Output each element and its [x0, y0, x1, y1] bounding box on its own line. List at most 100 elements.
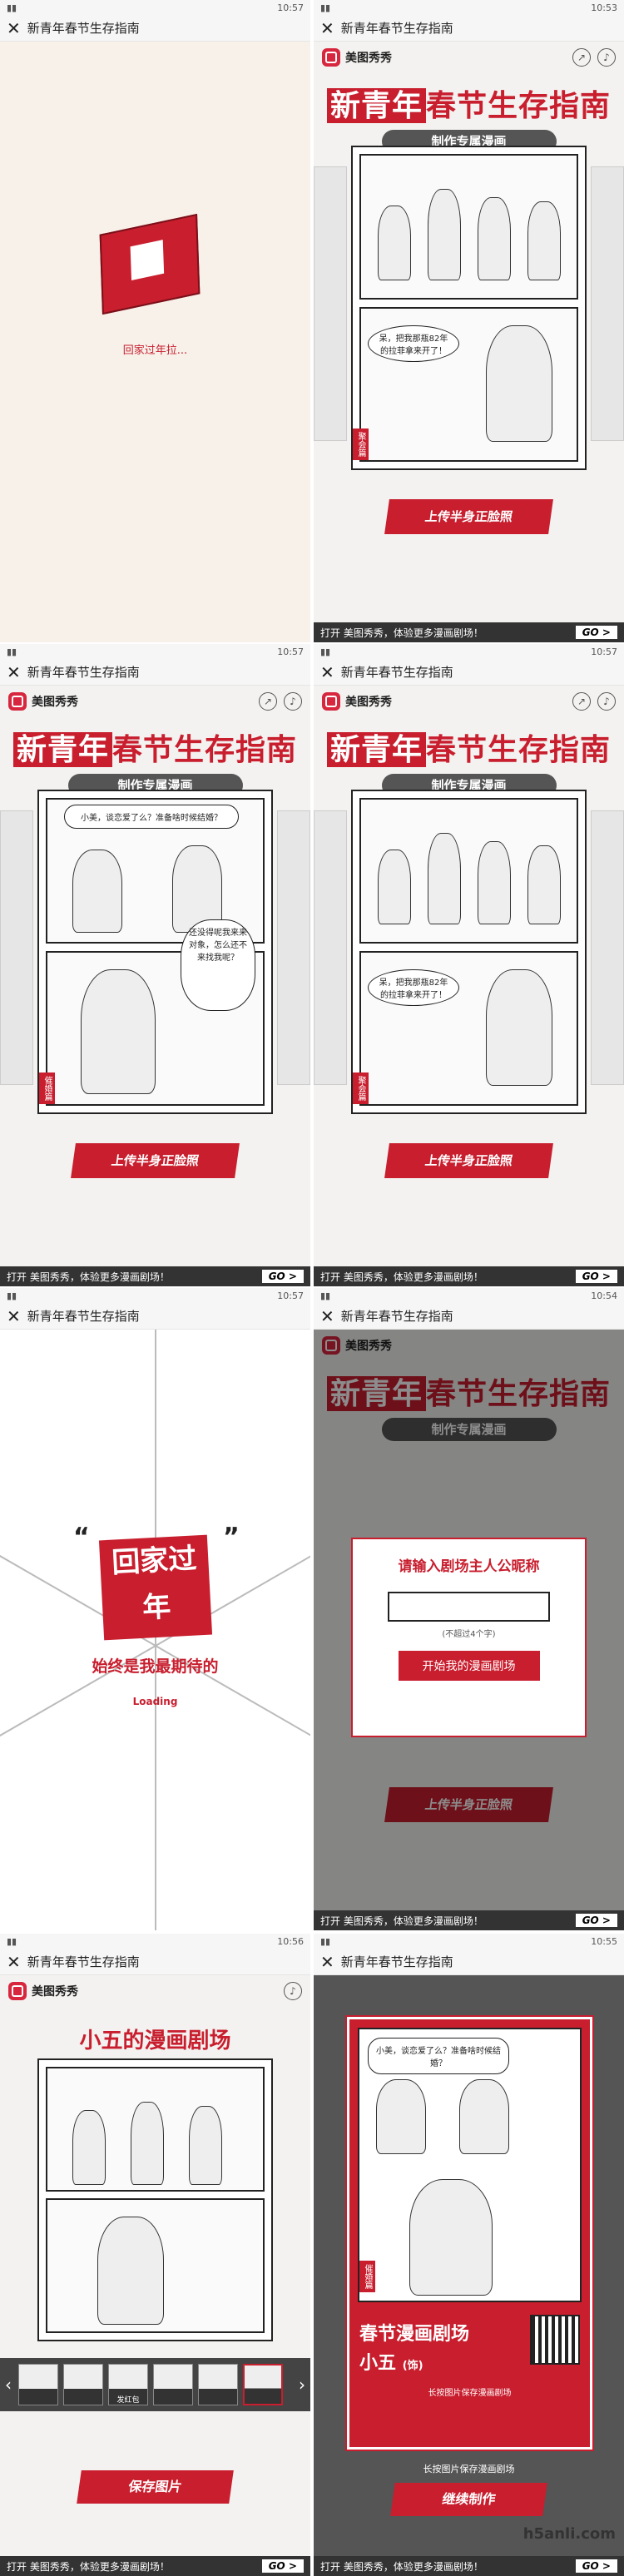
nav-title: 新青年春节生存指南 — [27, 1309, 140, 1324]
close-icon[interactable]: ✕ — [320, 664, 334, 681]
comic-stamp: 聚会篇 — [353, 429, 369, 460]
banner-title: 新青年 春节生存指南 — [0, 726, 310, 769]
screen-theater: ▮▮ 10:56 ✕ 新青年春节生存指南 美图秀秀 ♪ 小五的漫画剧场 发红包 ‹ … — [0, 1934, 310, 2576]
nav-bar: ✕ 新青年春节生存指南 — [0, 1303, 310, 1330]
clock: 10:57 — [591, 646, 617, 657]
comic-panel-top — [46, 2067, 265, 2192]
banner-title-a: 新青年 — [326, 88, 426, 123]
figure — [189, 2106, 222, 2185]
status-bar: ▮▮ 10:57 — [314, 644, 624, 659]
go-button[interactable]: GO > — [261, 1270, 304, 1283]
figure — [81, 969, 156, 1094]
nav-bar: ✕ 新青年春节生存指南 — [314, 1303, 624, 1330]
music-icon[interactable]: ♪ — [597, 48, 616, 67]
qr-code — [530, 2315, 580, 2365]
screen-loading: ▮▮ 10:57 ✕ 新青年春节生存指南 “ ” 回家过年 始终是我最期待的 Loa… — [0, 1288, 310, 1930]
share-icon[interactable]: ↗ — [572, 48, 591, 67]
go-button[interactable]: GO > — [575, 2559, 617, 2573]
comic-card: 小美，谈恋爱了么？准备啥时候结婚？ 还没得呢我来来对象，怎么还不来找我呢？ 催婚… — [37, 790, 273, 1114]
close-icon[interactable]: ✕ — [7, 20, 21, 37]
open-app-bar[interactable]: 打开 美图秀秀，体验更多漫画剧场！ GO > — [0, 1266, 310, 1286]
share-icon[interactable]: ↗ — [572, 692, 591, 711]
close-icon[interactable]: ✕ — [7, 1954, 21, 1970]
music-icon[interactable]: ♪ — [284, 1982, 302, 2000]
close-icon[interactable]: ✕ — [7, 664, 21, 681]
speech-bubble: 呆，把我那瓶82年的拉菲拿来开了！ — [368, 325, 459, 362]
screen-nickname-modal: ▮▮ 10:54 ✕ 新青年春节生存指南 美图秀秀 新青年 春节生存指南 制作专属漫画… — [314, 1288, 624, 1930]
ray — [155, 1646, 156, 1930]
poster-name-text: 小五 — [359, 2353, 397, 2374]
speech-bubble: 小美，谈恋爱了么？准备啥时候结婚？ — [64, 805, 239, 829]
upload-photo-button[interactable]: 上传半身正脸照 — [384, 1143, 553, 1178]
template-thumb[interactable] — [18, 2364, 58, 2405]
chevron-left-icon[interactable]: ‹ — [5, 2375, 12, 2395]
close-icon[interactable]: ✕ — [7, 1308, 21, 1325]
figure — [97, 2217, 164, 2325]
status-bar: ▮▮ 10:54 — [314, 1288, 624, 1303]
comic-panel-top — [359, 154, 578, 300]
open-app-bar[interactable]: 打开 美图秀秀，体验更多漫画剧场！ GO > — [314, 622, 624, 642]
open-app-text: 打开 美图秀秀，体验更多漫画剧场！ — [320, 1271, 483, 1283]
figure — [409, 2179, 493, 2296]
clock: 10:57 — [277, 2, 304, 13]
open-app-bar[interactable]: 打开 美图秀秀，体验更多漫画剧场！ GO > — [314, 1910, 624, 1930]
music-icon[interactable]: ♪ — [597, 692, 616, 711]
save-image-button[interactable]: 保存图片 — [77, 2470, 234, 2504]
template-thumb-selected[interactable] — [243, 2364, 283, 2405]
upload-photo-button[interactable]: 上传半身正脸照 — [71, 1143, 240, 1178]
comic-panel-top — [359, 798, 578, 944]
template-thumb[interactable] — [153, 2364, 193, 2405]
figure — [428, 833, 461, 924]
status-bar: ▮▮ 10:57 — [0, 644, 310, 659]
go-button[interactable]: GO > — [575, 1270, 617, 1283]
nickname-input[interactable] — [388, 1592, 550, 1622]
close-icon[interactable]: ✕ — [320, 1954, 334, 1970]
figure — [428, 189, 461, 280]
comic-panel-bottom: 呆，把我那瓶82年的拉菲拿来开了！ — [359, 307, 578, 462]
go-button[interactable]: GO > — [575, 1914, 617, 1927]
speech-bubble: 小美，谈恋爱了么？准备啥时候结婚？ — [368, 2038, 509, 2074]
figure — [527, 845, 561, 924]
upload-photo-button[interactable]: 上传半身正脸照 — [384, 499, 553, 534]
signal-icon: ▮▮ — [7, 646, 17, 657]
close-icon[interactable]: ✕ — [320, 20, 334, 37]
go-button[interactable]: GO > — [261, 2559, 304, 2573]
status-bar: ▮▮ 10:57 — [0, 1288, 310, 1303]
close-icon[interactable]: ✕ — [320, 1308, 334, 1325]
figure — [486, 969, 552, 1086]
poster-name: 小五 (饰) — [359, 2348, 423, 2375]
figure — [478, 841, 511, 924]
share-poster[interactable]: 小美，谈恋爱了么？准备啥时候结婚？ 催婚篇 春节漫画剧场 小五 (饰) 长按图片… — [347, 2017, 592, 2450]
continue-button[interactable]: 继续制作 — [390, 2483, 547, 2516]
banner-title-a: 新青年 — [12, 732, 112, 767]
status-bar: ▮▮ 10:56 — [0, 1934, 310, 1949]
template-strip[interactable]: 发红包 — [0, 2358, 310, 2411]
banner-title-b: 春节生存指南 — [426, 732, 612, 767]
signal-icon: ▮▮ — [320, 1935, 331, 1947]
banner-title: 新青年 春节生存指南 — [314, 82, 624, 125]
nav-bar: ✕ 新青年春节生存指南 — [0, 15, 310, 42]
open-app-bar[interactable]: 打开 美图秀秀，体验更多漫画剧场！ GO > — [314, 2556, 624, 2576]
theater-title: 小五的漫画剧场 — [79, 2029, 231, 2053]
open-app-bar[interactable]: 打开 美图秀秀，体验更多漫画剧场！ GO > — [0, 2556, 310, 2576]
long-press-tip: 长按图片保存漫画剧场 — [423, 2464, 515, 2474]
meitu-logo-icon — [322, 692, 340, 711]
app-header: 美图秀秀 ↗ ♪ — [314, 42, 624, 73]
go-button[interactable]: GO > — [575, 626, 617, 639]
meitu-logo-icon — [322, 48, 340, 67]
template-thumb[interactable]: 发红包 — [108, 2364, 148, 2405]
open-app-bar[interactable]: 打开 美图秀秀，体验更多漫画剧场！ GO > — [314, 1266, 624, 1286]
nav-title: 新青年春节生存指南 — [27, 665, 140, 680]
signal-icon: ▮▮ — [320, 1290, 331, 1301]
side-panel-left — [314, 810, 347, 1085]
share-icon[interactable]: ↗ — [259, 692, 277, 711]
figure — [459, 2079, 509, 2154]
clock: 10:56 — [277, 1935, 304, 1947]
music-icon[interactable]: ♪ — [284, 692, 302, 711]
app-header: 美图秀秀 ↗ ♪ — [0, 686, 310, 717]
figure — [376, 2079, 426, 2154]
start-theater-button[interactable]: 开始我的漫画剧场 — [398, 1651, 540, 1681]
template-thumb[interactable] — [63, 2364, 103, 2405]
template-thumb[interactable] — [198, 2364, 238, 2405]
chevron-right-icon[interactable]: › — [299, 2375, 305, 2395]
